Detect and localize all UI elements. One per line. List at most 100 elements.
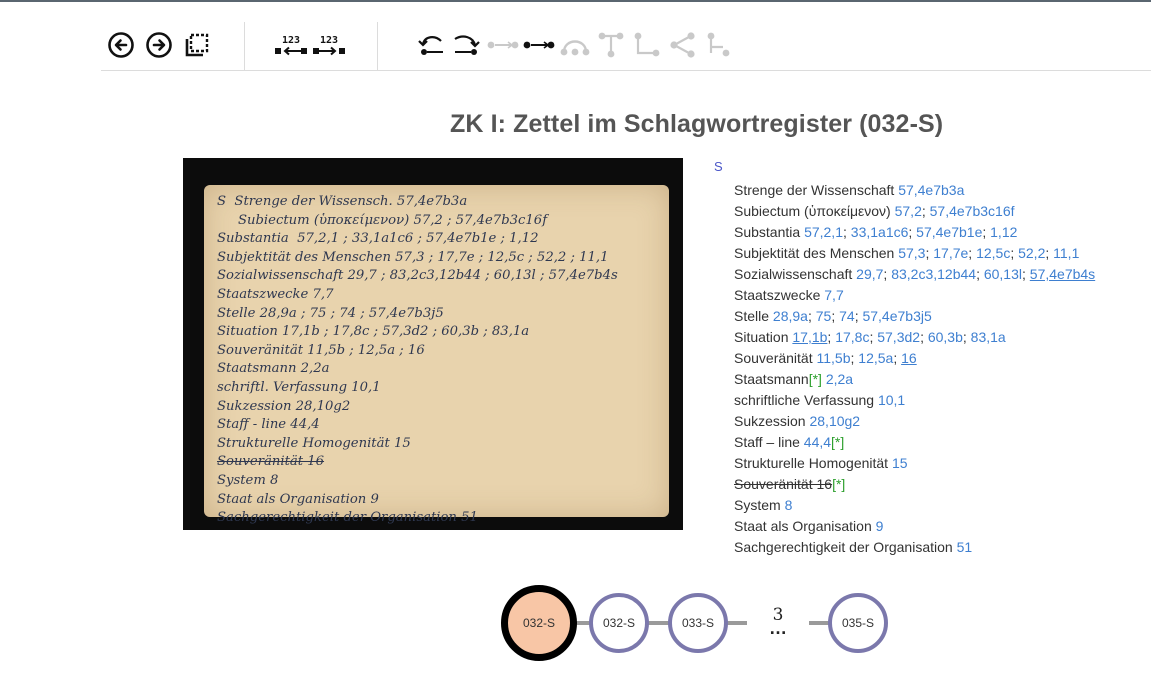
toolbar-separator — [244, 22, 245, 70]
handwritten-line: Substantia 57,2,1 ; 33,1a1c6 ; 57,4e7b1e… — [217, 231, 539, 247]
entry-reference-link[interactable]: 57,3 — [898, 245, 925, 261]
share-button[interactable] — [665, 27, 701, 63]
entry-reference-link[interactable]: 2,2a — [826, 371, 853, 387]
entry-reference-link[interactable]: 16 — [901, 350, 917, 366]
entry-reference-link[interactable]: 57,4e7b3j5 — [862, 308, 931, 324]
handwritten-line: Sachgerechtigkeit der Organisation 51 — [217, 510, 478, 526]
next-number-label: 123 — [319, 34, 339, 46]
nav-gap[interactable]: 3 … — [763, 607, 793, 638]
card-navigation: 032-S 032-S 033-S 3 … 035-S — [501, 585, 891, 665]
index-letter: S — [714, 159, 723, 174]
prev-number-label: 123 — [281, 34, 301, 46]
entry-reference-link[interactable]: 29,7 — [856, 266, 883, 282]
nav-connector — [725, 621, 747, 625]
entry-term: Souveränität — [734, 350, 813, 366]
entry-reference-link[interactable]: 83,2c3,12b44 — [891, 266, 976, 282]
gap-dots: … — [769, 618, 787, 638]
entry-reference-link[interactable]: 75 — [816, 308, 832, 324]
entry-reference-link[interactable]: 57,4e7b3c16f — [930, 203, 1015, 219]
branch-down-button[interactable] — [593, 27, 629, 63]
entry-reference-link[interactable]: 10,1 — [878, 392, 905, 408]
link-forward-icon — [454, 35, 480, 55]
entry-reference-link[interactable]: 83,1a — [971, 329, 1006, 345]
toolbar-separator — [377, 22, 378, 70]
chain-dark-icon — [523, 41, 555, 49]
index-entry: Situation 17,1b; 17,8c; 57,3d2; 60,3b; 8… — [734, 329, 1006, 345]
entry-term: schriftliche Verfassung — [734, 392, 875, 408]
link-forward-button[interactable] — [449, 27, 485, 63]
entry-reference-link[interactable]: 28,10g2 — [809, 413, 860, 429]
handwritten-text: S Strenge der Wissensch. 57,4e7b3a Subie… — [217, 193, 618, 528]
entry-reference-link[interactable]: 74 — [839, 308, 855, 324]
select-area-button[interactable] — [179, 27, 215, 63]
handwritten-line: Subiectum (ὑποκείμενον) 57,2 ; 57,4e7b3c… — [217, 212, 548, 228]
entry-reference-link[interactable]: 8 — [785, 497, 793, 513]
entry-reference-link[interactable]: 7,7 — [824, 287, 843, 303]
entry-reference-link[interactable]: 17,1b — [792, 329, 827, 345]
entry-reference-link[interactable]: 57,3d2 — [877, 329, 920, 345]
entry-term: Sukzession — [734, 413, 806, 429]
entry-star-marker[interactable]: [*] — [832, 476, 845, 492]
back-button[interactable] — [103, 27, 139, 63]
entry-reference-link[interactable]: 11,1 — [1053, 245, 1079, 261]
next-number-button[interactable]: 123 — [311, 27, 347, 63]
nav-node[interactable]: 033-S — [668, 593, 728, 653]
entry-reference-link[interactable]: 17,7e — [933, 245, 968, 261]
entry-reference-link[interactable]: 57,2,1 — [804, 224, 843, 240]
entry-star-marker[interactable]: [*] — [831, 434, 844, 450]
entry-term: Sachgerechtigkeit der Organisation — [734, 539, 953, 555]
entry-reference-link[interactable]: 17,8c — [835, 329, 869, 345]
index-entry: Substantia 57,2,1; 33,1a1c6; 57,4e7b1e; … — [734, 224, 1018, 240]
nav-node-label: 032-S — [602, 616, 636, 630]
index-entry: Sozialwissenschaft 29,7; 83,2c3,12b44; 6… — [734, 266, 1096, 282]
prev-number-icon — [275, 46, 307, 55]
entry-reference-link[interactable]: 60,3b — [928, 329, 963, 345]
back-icon — [108, 32, 134, 58]
entry-term: Staatszwecke — [734, 287, 821, 303]
index-entry: Stelle 28,9a; 75; 74; 57,4e7b3j5 — [734, 308, 932, 324]
prev-number-button[interactable]: 123 — [273, 27, 309, 63]
entry-star-marker[interactable]: [*] — [809, 371, 822, 387]
entry-reference-link[interactable]: 57,4e7b1e — [916, 224, 982, 240]
corner-link-button[interactable] — [629, 27, 665, 63]
entry-reference-link[interactable]: 57,2 — [895, 203, 922, 219]
entry-reference-link[interactable]: 52,2 — [1018, 245, 1045, 261]
chain-dark-button[interactable] — [521, 27, 557, 63]
entry-reference-link[interactable]: 57,4e7b3a — [898, 182, 964, 198]
entry-reference-link[interactable]: 12,5c — [976, 245, 1010, 261]
index-entry: Souveränität 11,5b; 12,5a; 16 — [734, 350, 917, 366]
entry-reference-link[interactable]: 51 — [957, 539, 973, 555]
entry-reference-link[interactable]: 44,4 — [804, 434, 831, 450]
index-card: S Strenge der Wissensch. 57,4e7b3a Subie… — [204, 185, 669, 525]
index-entry: schriftliche Verfassung 10,1 — [734, 390, 1144, 411]
handwritten-line: Staat als Organisation 9 — [217, 491, 379, 507]
entry-reference-link[interactable]: 1,12 — [990, 224, 1017, 240]
nav-node[interactable]: 032-S — [589, 593, 649, 653]
entry-term: Subiectum (ὑποκείμενον) — [734, 203, 891, 219]
entry-reference-link[interactable]: 9 — [876, 518, 884, 534]
link-back-button[interactable] — [413, 27, 449, 63]
index-entry: Staff – line 44,4[*] — [734, 432, 1144, 453]
entry-reference-link[interactable]: 33,1a1c6 — [851, 224, 909, 240]
index-entry: Staatsmann[*] 2,2a — [734, 369, 1144, 390]
entry-reference-link[interactable]: 60,13l — [984, 266, 1022, 282]
entry-reference-link[interactable]: 15 — [892, 455, 908, 471]
handwritten-line: Staatszwecke 7,7 — [217, 286, 334, 302]
nav-node[interactable]: 035-S — [828, 593, 888, 653]
nav-node-current[interactable]: 032-S — [501, 585, 577, 661]
entry-reference-link[interactable]: 12,5a — [858, 350, 893, 366]
entry-reference-link[interactable]: 11,5b — [817, 350, 851, 366]
tree-link-button[interactable] — [701, 27, 737, 63]
arc-icon — [560, 40, 590, 56]
entry-reference-link[interactable]: 28,9a — [773, 308, 808, 324]
index-entry: Staat als Organisation 9 — [734, 516, 1144, 537]
forward-button[interactable] — [141, 27, 177, 63]
chain-light-button[interactable] — [485, 27, 521, 63]
forward-icon — [146, 32, 172, 58]
number-nav-group: 123 123 — [273, 20, 347, 70]
index-entry: Souveränität 16[*] — [734, 474, 1144, 495]
entry-reference-link[interactable]: 57,4e7b4s — [1030, 266, 1095, 282]
entry-term: Staatsmann — [734, 371, 809, 387]
arc-button[interactable] — [557, 27, 593, 63]
handwritten-line: Souveränität 11,5b ; 12,5a ; 16 — [217, 342, 425, 358]
